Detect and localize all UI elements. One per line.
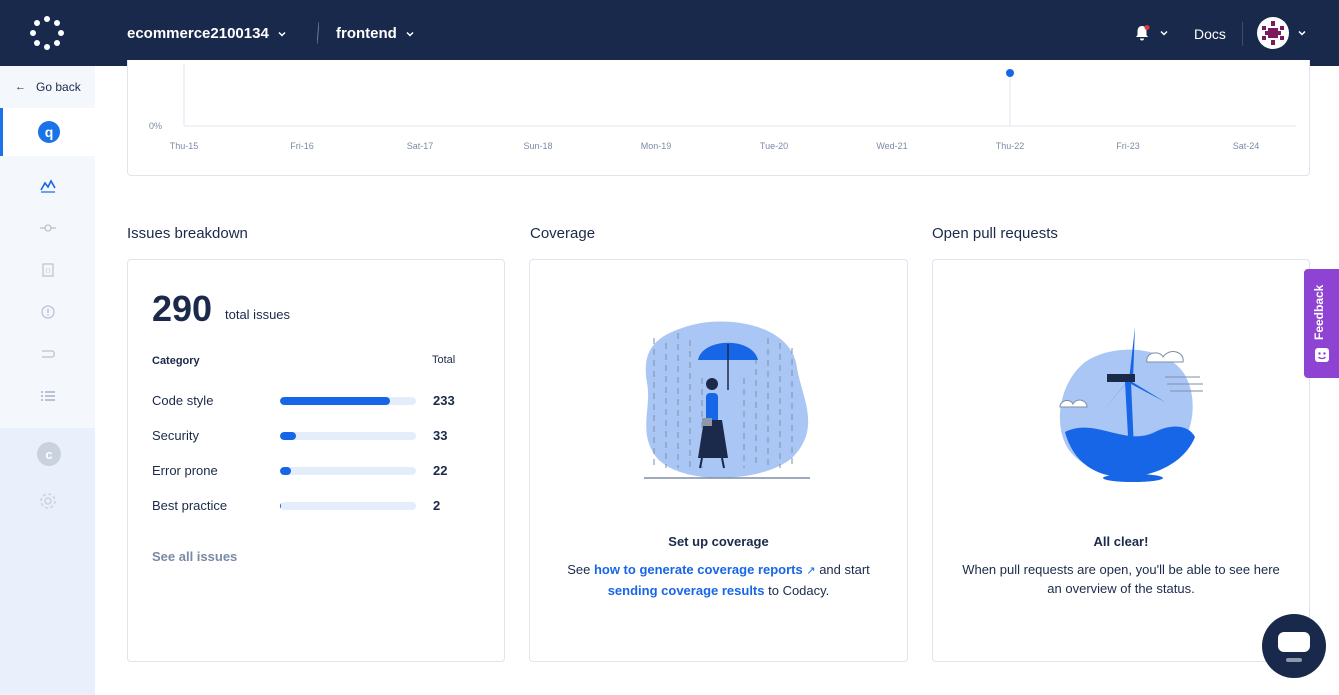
category-header: Category <box>152 355 200 367</box>
dashboard-icon[interactable] <box>40 178 56 194</box>
pull-requests-description: When pull requests are open, you'll be a… <box>962 562 1280 596</box>
coverage-card: Set up coverage See how to generate cove… <box>529 259 908 662</box>
issues-breakdown-card: 290 total issues Category Total Code sty… <box>127 259 505 662</box>
avatar-pattern-icon <box>1258 18 1288 48</box>
rain-umbrella-illustration <box>644 321 810 479</box>
notifications-button[interactable] <box>1133 24 1169 42</box>
x-tick-label: Fri-16 <box>290 141 314 151</box>
x-tick-label: Sat-24 <box>1233 141 1260 151</box>
sidebar-active-indicator <box>0 108 3 156</box>
x-tick-label: Mon-19 <box>641 141 672 151</box>
coverage-text: See <box>567 562 591 577</box>
bell-icon <box>1136 25 1150 41</box>
chevron-down-icon <box>1298 30 1306 36</box>
org-selector[interactable]: ecommerce2100134 <box>127 25 287 42</box>
total-issues-label: total issues <box>225 307 291 322</box>
category-bar-fill <box>280 397 391 405</box>
see-all-issues-link[interactable]: See all issues <box>152 549 237 564</box>
svg-text:{}: {} <box>45 268 51 274</box>
feedback-label: Feedback <box>1312 284 1326 340</box>
x-tick-label: Thu-15 <box>170 141 199 151</box>
category-label[interactable]: Best practice <box>152 498 227 513</box>
header-divider <box>1242 22 1243 46</box>
x-tick-label: Thu-22 <box>996 141 1025 151</box>
category-label[interactable]: Code style <box>152 393 213 408</box>
x-tick-label: Sat-17 <box>407 141 434 151</box>
pull-requests-icon[interactable] <box>40 346 56 362</box>
coverage-description: See how to generate coverage reports ↗ a… <box>530 560 907 600</box>
total-issues-count: 290 <box>152 288 213 329</box>
x-tick-label: Sun-18 <box>523 141 552 151</box>
chevron-down-icon <box>1160 30 1168 36</box>
coverage-card-title: Set up coverage <box>668 534 769 549</box>
pull-requests-card-title: All clear! <box>1093 534 1149 549</box>
y-tick-label: 0% <box>149 121 162 131</box>
chevron-down-icon <box>406 31 414 37</box>
category-count: 33 <box>433 428 448 443</box>
chat-icon <box>1278 632 1310 662</box>
issues-icon[interactable] <box>40 304 56 320</box>
chat-launcher-button[interactable] <box>1262 614 1326 678</box>
category-bar <box>280 502 416 510</box>
org-avatar[interactable]: c <box>37 442 61 466</box>
avatar <box>1257 17 1289 49</box>
docs-link[interactable]: Docs <box>1194 26 1226 42</box>
category-bar-fill <box>280 467 291 475</box>
issues-section-title: Issues breakdown <box>127 225 248 242</box>
files-icon[interactable]: {} <box>40 262 56 278</box>
top-bar: ecommerce2100134 frontend Docs <box>0 0 1339 66</box>
pull-requests-section-title: Open pull requests <box>932 225 1058 242</box>
chevron-down-icon <box>278 31 286 37</box>
category-bar <box>280 432 416 440</box>
coverage-section-title: Coverage <box>530 225 596 242</box>
user-menu[interactable] <box>1257 17 1307 49</box>
smile-icon <box>1315 348 1329 362</box>
category-label[interactable]: Security <box>152 428 199 443</box>
category-count: 233 <box>433 393 455 408</box>
go-back-link[interactable]: ← Go back <box>15 80 81 94</box>
category-bar-fill <box>280 502 282 510</box>
repo-name: frontend <box>336 25 397 42</box>
category-bar-fill <box>280 432 297 440</box>
issues-chart: 0% Thu-15 Fri-16 Sat-17 Sun-18 Mon-19 Tue-20 W… <box>149 64 1296 151</box>
org-name: ecommerce2100134 <box>127 25 269 42</box>
x-tick-label: Fri-23 <box>1116 141 1140 151</box>
coverage-reports-link[interactable]: how to generate coverage reports <box>594 562 803 577</box>
go-back-label: Go back <box>36 80 81 94</box>
codacy-logo[interactable] <box>30 16 64 50</box>
category-label[interactable]: Error prone <box>152 463 218 478</box>
category-bar <box>280 467 416 475</box>
chart-data-point[interactable] <box>1006 69 1014 77</box>
coverage-text: to Codacy. <box>768 583 830 598</box>
category-bar <box>280 397 416 405</box>
breadcrumb-separator <box>317 22 319 44</box>
pull-requests-card: All clear! When pull requests are open, … <box>932 259 1310 662</box>
arrow-left-icon: ← <box>15 81 26 93</box>
category-count: 2 <box>433 498 441 513</box>
total-header: Total <box>432 354 456 366</box>
wind-turbine-illustration <box>1059 327 1203 482</box>
category-count: 22 <box>433 463 448 478</box>
external-link-icon[interactable]: ↗ <box>806 565 815 577</box>
sidebar: ← Go back q {} c <box>0 66 95 695</box>
repo-selector[interactable]: frontend <box>336 25 415 42</box>
coverage-text: and start <box>819 562 870 577</box>
coverage-results-link[interactable]: sending coverage results <box>608 583 765 598</box>
list-icon[interactable] <box>40 388 56 404</box>
x-tick-label: Tue-20 <box>760 141 788 151</box>
commits-icon[interactable] <box>40 220 56 236</box>
gear-icon[interactable] <box>38 491 58 511</box>
coverage-chart-card: 0% Thu-15 Fri-16 Sat-17 Sun-18 Mon-19 Tue-20 W… <box>127 60 1310 176</box>
repo-avatar[interactable]: q <box>38 121 60 143</box>
x-tick-label: Wed-21 <box>876 141 907 151</box>
